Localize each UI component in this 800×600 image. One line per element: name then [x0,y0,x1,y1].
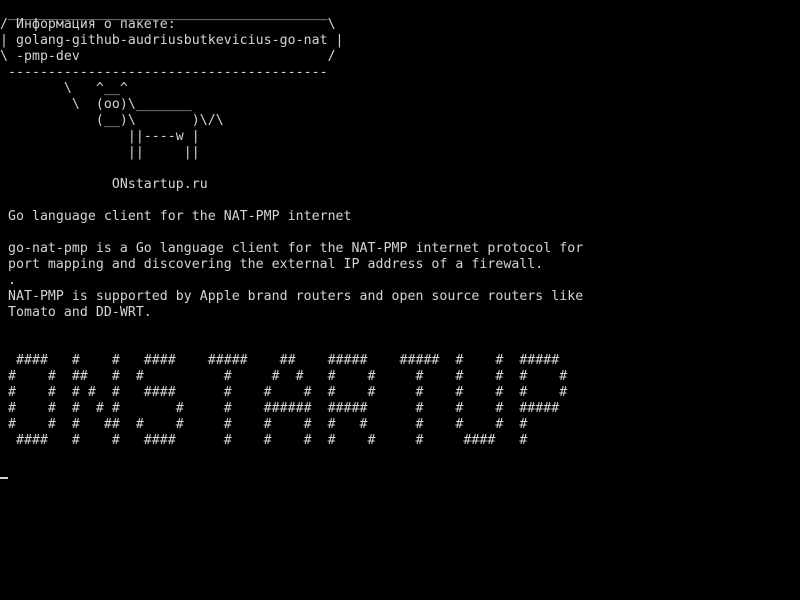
cow-art-line: (__)\ )\/\ [0,113,224,128]
banner-art-line: # # # # # #### # # # # # # # # # # [0,385,568,400]
cow-bubble-bottom: ---------------------------------------- [0,65,328,80]
banner-art-line: # # ## # # # # # # # # # # # # [0,369,568,384]
package-description-line: port mapping and discovering the externa… [0,257,544,272]
cow-art-line: || || [0,145,200,160]
banner-art-line: # # # ## # # # # # # # # # # # [0,417,528,432]
package-description-line: go-nat-pmp is a Go language client for t… [0,241,584,256]
package-summary: Go language client for the NAT-PMP inter… [0,209,352,224]
cow-art-line: ||----w | [0,129,200,144]
package-description-line: NAT-PMP is supported by Apple brand rout… [0,289,584,304]
banner-art-line: # # # # # # # ###### ##### # # # ##### [0,401,560,416]
banner-art-line: #### # # #### # # # # # # #### # [0,433,528,448]
cow-art-line: \ (oo)\_______ [0,97,192,112]
cow-bubble-header: / Информация о пакете: \ [0,17,336,32]
terminal-screen[interactable]: ________________________________________… [0,0,800,600]
banner-art-line: #### # # #### ##### ## ##### ##### # # #… [0,353,560,368]
cow-bubble-package-cont: \ -pmp-dev / [0,49,336,64]
site-credit: ONstartup.ru [0,177,208,192]
cow-art-line: \ ^__^ [0,81,128,96]
package-description-line: . [0,273,16,288]
package-description-line: Tomato and DD-WRT. [0,305,152,320]
cow-bubble-package: | golang-github-audriusbutkevicius-go-na… [0,33,344,48]
text-cursor [0,477,8,479]
